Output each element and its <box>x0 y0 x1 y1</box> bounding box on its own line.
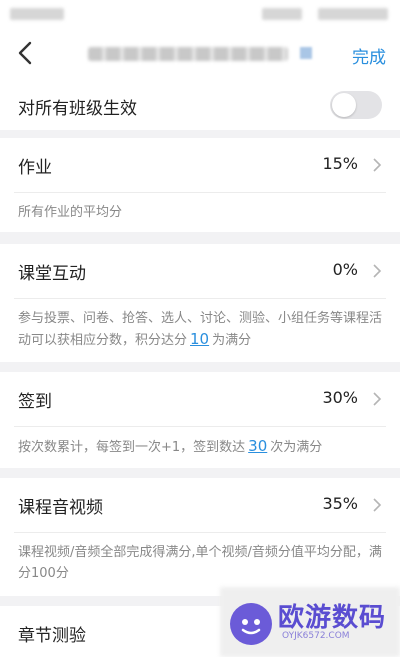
check-in-label: 签到 <box>18 392 52 412</box>
apply-all-classes-row: 对所有班级生效 <box>0 80 400 130</box>
section-check-in: 签到 30% 按次数累计，每签到一次+1，签到数达 30 次为满分 <box>0 372 400 468</box>
class-interaction-weight: 0% <box>332 260 358 279</box>
status-bar-left-blur <box>10 8 64 20</box>
status-bar-mid-blur <box>262 8 302 20</box>
page-title-blurred <box>88 47 288 61</box>
navigation-bar: 完成 <box>0 28 400 80</box>
status-bar-right-blur <box>318 8 388 20</box>
class-interaction-description: 参与投票、问卷、抢答、选人、讨论、测验、小组任务等课程活动可以获相应分数，积分达… <box>18 308 382 351</box>
watermark-text: 欧游数码 <box>278 603 387 633</box>
course-media-header[interactable]: 课程音视频 35% <box>0 478 400 532</box>
done-button[interactable]: 完成 <box>352 43 386 68</box>
watermark-logo: 欧游数码 OYJK6572.COM <box>220 577 400 657</box>
watermark-subtext: OYJK6572.COM <box>282 631 350 641</box>
apply-all-classes-label: 对所有班级生效 <box>18 99 137 119</box>
check-in-header[interactable]: 签到 30% <box>0 372 400 426</box>
divider <box>14 426 386 427</box>
homework-header[interactable]: 作业 15% <box>0 138 400 192</box>
course-media-weight: 35% <box>322 494 358 513</box>
check-in-weight: 30% <box>322 388 358 407</box>
homework-label: 作业 <box>18 158 52 178</box>
divider <box>14 298 386 299</box>
check-in-desc-suffix: 次为满分 <box>270 440 323 455</box>
chapter-quiz-label: 章节测验 <box>18 626 86 646</box>
chevron-right-icon <box>373 158 382 172</box>
class-interaction-label: 课堂互动 <box>18 264 86 284</box>
check-in-desc-text: 按次数累计，每签到一次+1，签到数达 <box>18 440 246 455</box>
status-bar <box>0 0 400 28</box>
chevron-right-icon <box>373 264 382 278</box>
section-class-interaction: 课堂互动 0% 参与投票、问卷、抢答、选人、讨论、测验、小组任务等课程活动可以获… <box>0 244 400 362</box>
homework-weight: 15% <box>322 154 358 173</box>
apply-all-classes-toggle[interactable] <box>330 91 382 119</box>
back-arrow-icon[interactable] <box>12 38 42 68</box>
divider <box>14 192 386 193</box>
chevron-right-icon <box>373 498 382 512</box>
game-controller-logo-icon <box>230 603 272 645</box>
class-interaction-desc-suffix: 为满分 <box>212 333 252 348</box>
check-in-full-score-value[interactable]: 30 <box>248 437 267 455</box>
title-edit-icon <box>300 47 312 59</box>
check-in-description: 按次数累计，每签到一次+1，签到数达 30 次为满分 <box>18 436 382 458</box>
course-media-label: 课程音视频 <box>18 498 103 518</box>
class-interaction-header[interactable]: 课堂互动 0% <box>0 244 400 298</box>
homework-description: 所有作业的平均分 <box>18 205 123 220</box>
toggle-knob <box>332 93 356 117</box>
chevron-right-icon <box>373 392 382 406</box>
section-homework: 作业 15% 所有作业的平均分 <box>0 138 400 232</box>
class-interaction-full-score-value[interactable]: 10 <box>190 330 209 348</box>
divider <box>14 532 386 533</box>
